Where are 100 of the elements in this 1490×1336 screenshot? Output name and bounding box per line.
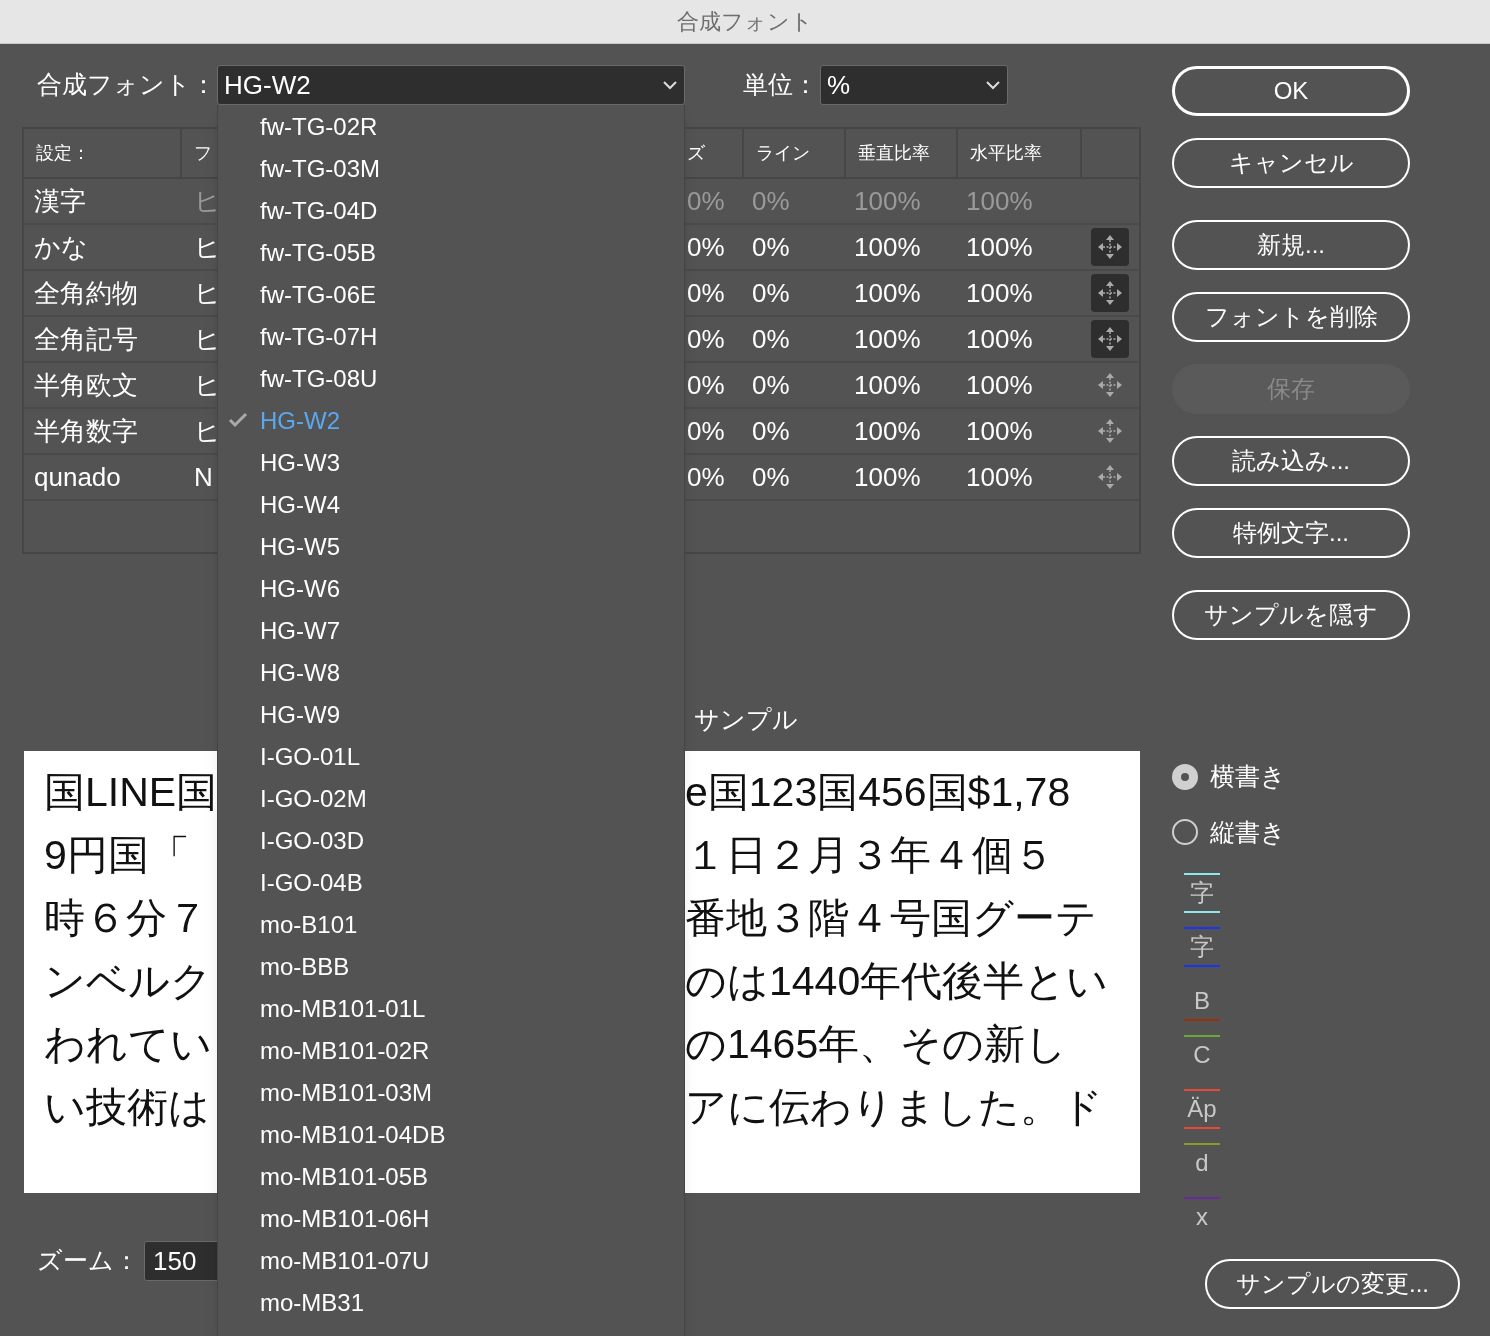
dropdown-item[interactable]: mo-B101 <box>218 904 684 946</box>
radio-label: 横書き <box>1210 761 1286 792</box>
table-cell: 0% <box>687 185 725 216</box>
table-cell: 0% <box>752 369 790 400</box>
table-cell: 100% <box>966 461 1033 492</box>
table-cell: 100% <box>966 323 1033 354</box>
table-cell: 漢字 <box>34 185 86 216</box>
dropdown-item[interactable]: fw-TG-08U <box>218 358 684 400</box>
table-cell: 100% <box>966 185 1033 216</box>
sample-text: 9円国「 <box>44 832 190 878</box>
zoom-label: ズーム： <box>37 1245 140 1277</box>
sample-text: 国LINE国 <box>44 769 218 815</box>
table-cell: 100% <box>854 231 921 262</box>
dropdown-item[interactable]: HG-W6 <box>218 568 684 610</box>
dropdown-item[interactable]: HG-W8 <box>218 652 684 694</box>
unit-select[interactable]: % <box>820 65 1008 105</box>
dropdown-item[interactable]: I-GO-04B <box>218 862 684 904</box>
dropdown-item[interactable]: mo-MB101-01L <box>218 988 684 1030</box>
sample-text: のは1440年代後半とい <box>685 958 1109 1004</box>
radio-button[interactable] <box>1172 763 1198 790</box>
change-sample-button[interactable]: サンプルの変更... <box>1205 1259 1460 1309</box>
dropdown-item[interactable]: fw-TG-03M <box>218 148 684 190</box>
table-cell: 0% <box>687 323 725 354</box>
dropdown-item[interactable]: HG-W5 <box>218 526 684 568</box>
radio-label: 縦書き <box>1210 816 1286 848</box>
dropdown-item[interactable]: HG-W3 <box>218 442 684 484</box>
dialog-button[interactable]: 読み込み... <box>1172 436 1410 486</box>
sample-text: い技術は <box>44 1084 210 1130</box>
table-cell: 100% <box>854 461 921 492</box>
table-cell: 0% <box>752 231 790 262</box>
table-cell: ヒ <box>194 369 221 400</box>
move-button[interactable] <box>1090 228 1129 266</box>
dropdown-item[interactable]: mo-MB101-04DB <box>218 1114 684 1156</box>
radio-button[interactable] <box>1172 819 1198 846</box>
dialog-button[interactable]: 特例文字... <box>1172 508 1410 558</box>
table-cell: 100% <box>966 369 1033 400</box>
baseline-legend-glyph: 字 <box>1184 873 1220 913</box>
dropdown-item[interactable]: fw-TG-06E <box>218 274 684 316</box>
dialog-button[interactable]: サンプルを隠す <box>1172 590 1410 640</box>
table-cell: 100% <box>854 185 921 216</box>
table-cell: 0% <box>687 461 725 492</box>
dialog-button[interactable]: キャンセル <box>1172 138 1410 188</box>
dropdown-item[interactable]: fw-TG-04D <box>218 190 684 232</box>
table-cell: 100% <box>966 231 1033 262</box>
dropdown-item[interactable]: mo-MB101-03M <box>218 1072 684 1114</box>
table-cell: かな <box>34 231 88 262</box>
dropdown-item[interactable]: I-GO-03D <box>218 820 684 862</box>
baseline-legend-glyph: Äp <box>1184 1089 1220 1129</box>
table-cell: 100% <box>854 323 921 354</box>
table-cell: 0% <box>687 277 725 308</box>
unit-label: 単位： <box>743 69 819 101</box>
sample-text: アに伝わりました。ド <box>685 1084 1103 1130</box>
chevron-icon <box>985 80 1001 90</box>
dropdown-item[interactable]: I-GO-01L <box>218 736 684 778</box>
move-icon[interactable] <box>1096 464 1123 490</box>
table-cell: 0% <box>752 415 790 446</box>
table-cell: 0% <box>752 323 790 354</box>
column-header: 水平比率 <box>970 141 1042 165</box>
dialog-button[interactable]: 新規... <box>1172 220 1410 270</box>
sample-label: サンプル <box>694 704 798 736</box>
table-cell: 100% <box>966 277 1033 308</box>
move-button[interactable] <box>1090 274 1129 312</box>
dropdown-item[interactable]: mo-MB101-05B <box>218 1156 684 1198</box>
dropdown-item[interactable]: fw-TG-07H <box>218 316 684 358</box>
move-icon[interactable] <box>1096 418 1123 444</box>
table-cell: 0% <box>752 461 790 492</box>
table-cell: 半角欧文 <box>34 369 138 400</box>
sample-text: １日２月３年４個５ <box>685 832 1054 878</box>
table-cell: 0% <box>752 277 790 308</box>
column-header: ズ <box>687 141 705 165</box>
table-cell: 100% <box>854 369 921 400</box>
table-cell: 0% <box>687 231 725 262</box>
dropdown-item[interactable]: mo-MB31 <box>218 1282 684 1324</box>
column-header: 設定： <box>36 141 90 165</box>
table-cell: 100% <box>854 415 921 446</box>
composite-font-select[interactable]: HG-W2 <box>217 65 685 105</box>
dialog-button[interactable]: フォントを削除 <box>1172 292 1410 342</box>
dropdown-item[interactable]: mo-MB101-06H <box>218 1198 684 1240</box>
checkmark-icon <box>228 412 248 428</box>
dropdown-item[interactable]: HG-W9 <box>218 694 684 736</box>
dropdown-item[interactable]: mo-MB101-02R <box>218 1030 684 1072</box>
dropdown-item[interactable]: fw-TG-02R <box>218 106 684 148</box>
sample-text: 時６分７ <box>44 895 208 941</box>
sample-text: われてい <box>44 1021 212 1067</box>
ok-button[interactable]: OK <box>1172 66 1410 116</box>
dropdown-item[interactable]: HG-W4 <box>218 484 684 526</box>
table-cell: 0% <box>752 185 790 216</box>
table-cell: ヒ <box>194 277 221 308</box>
table-cell: 半角数字 <box>34 415 138 446</box>
baseline-legend-glyph: x <box>1184 1197 1220 1237</box>
dropdown-item[interactable]: fw-TG-05B <box>218 232 684 274</box>
move-icon[interactable] <box>1096 372 1123 398</box>
composite-font-label: 合成フォント： <box>37 69 217 101</box>
move-button[interactable] <box>1090 320 1129 358</box>
baseline-legend-glyph: C <box>1184 1035 1220 1075</box>
dropdown-item[interactable]: HG-W7 <box>218 610 684 652</box>
baseline-legend-glyph: B <box>1184 981 1220 1021</box>
sample-text: ンベルク <box>44 958 212 1004</box>
dropdown-item[interactable]: I-GO-02M <box>218 778 684 820</box>
dropdown-item[interactable]: mo-BBB <box>218 946 684 988</box>
